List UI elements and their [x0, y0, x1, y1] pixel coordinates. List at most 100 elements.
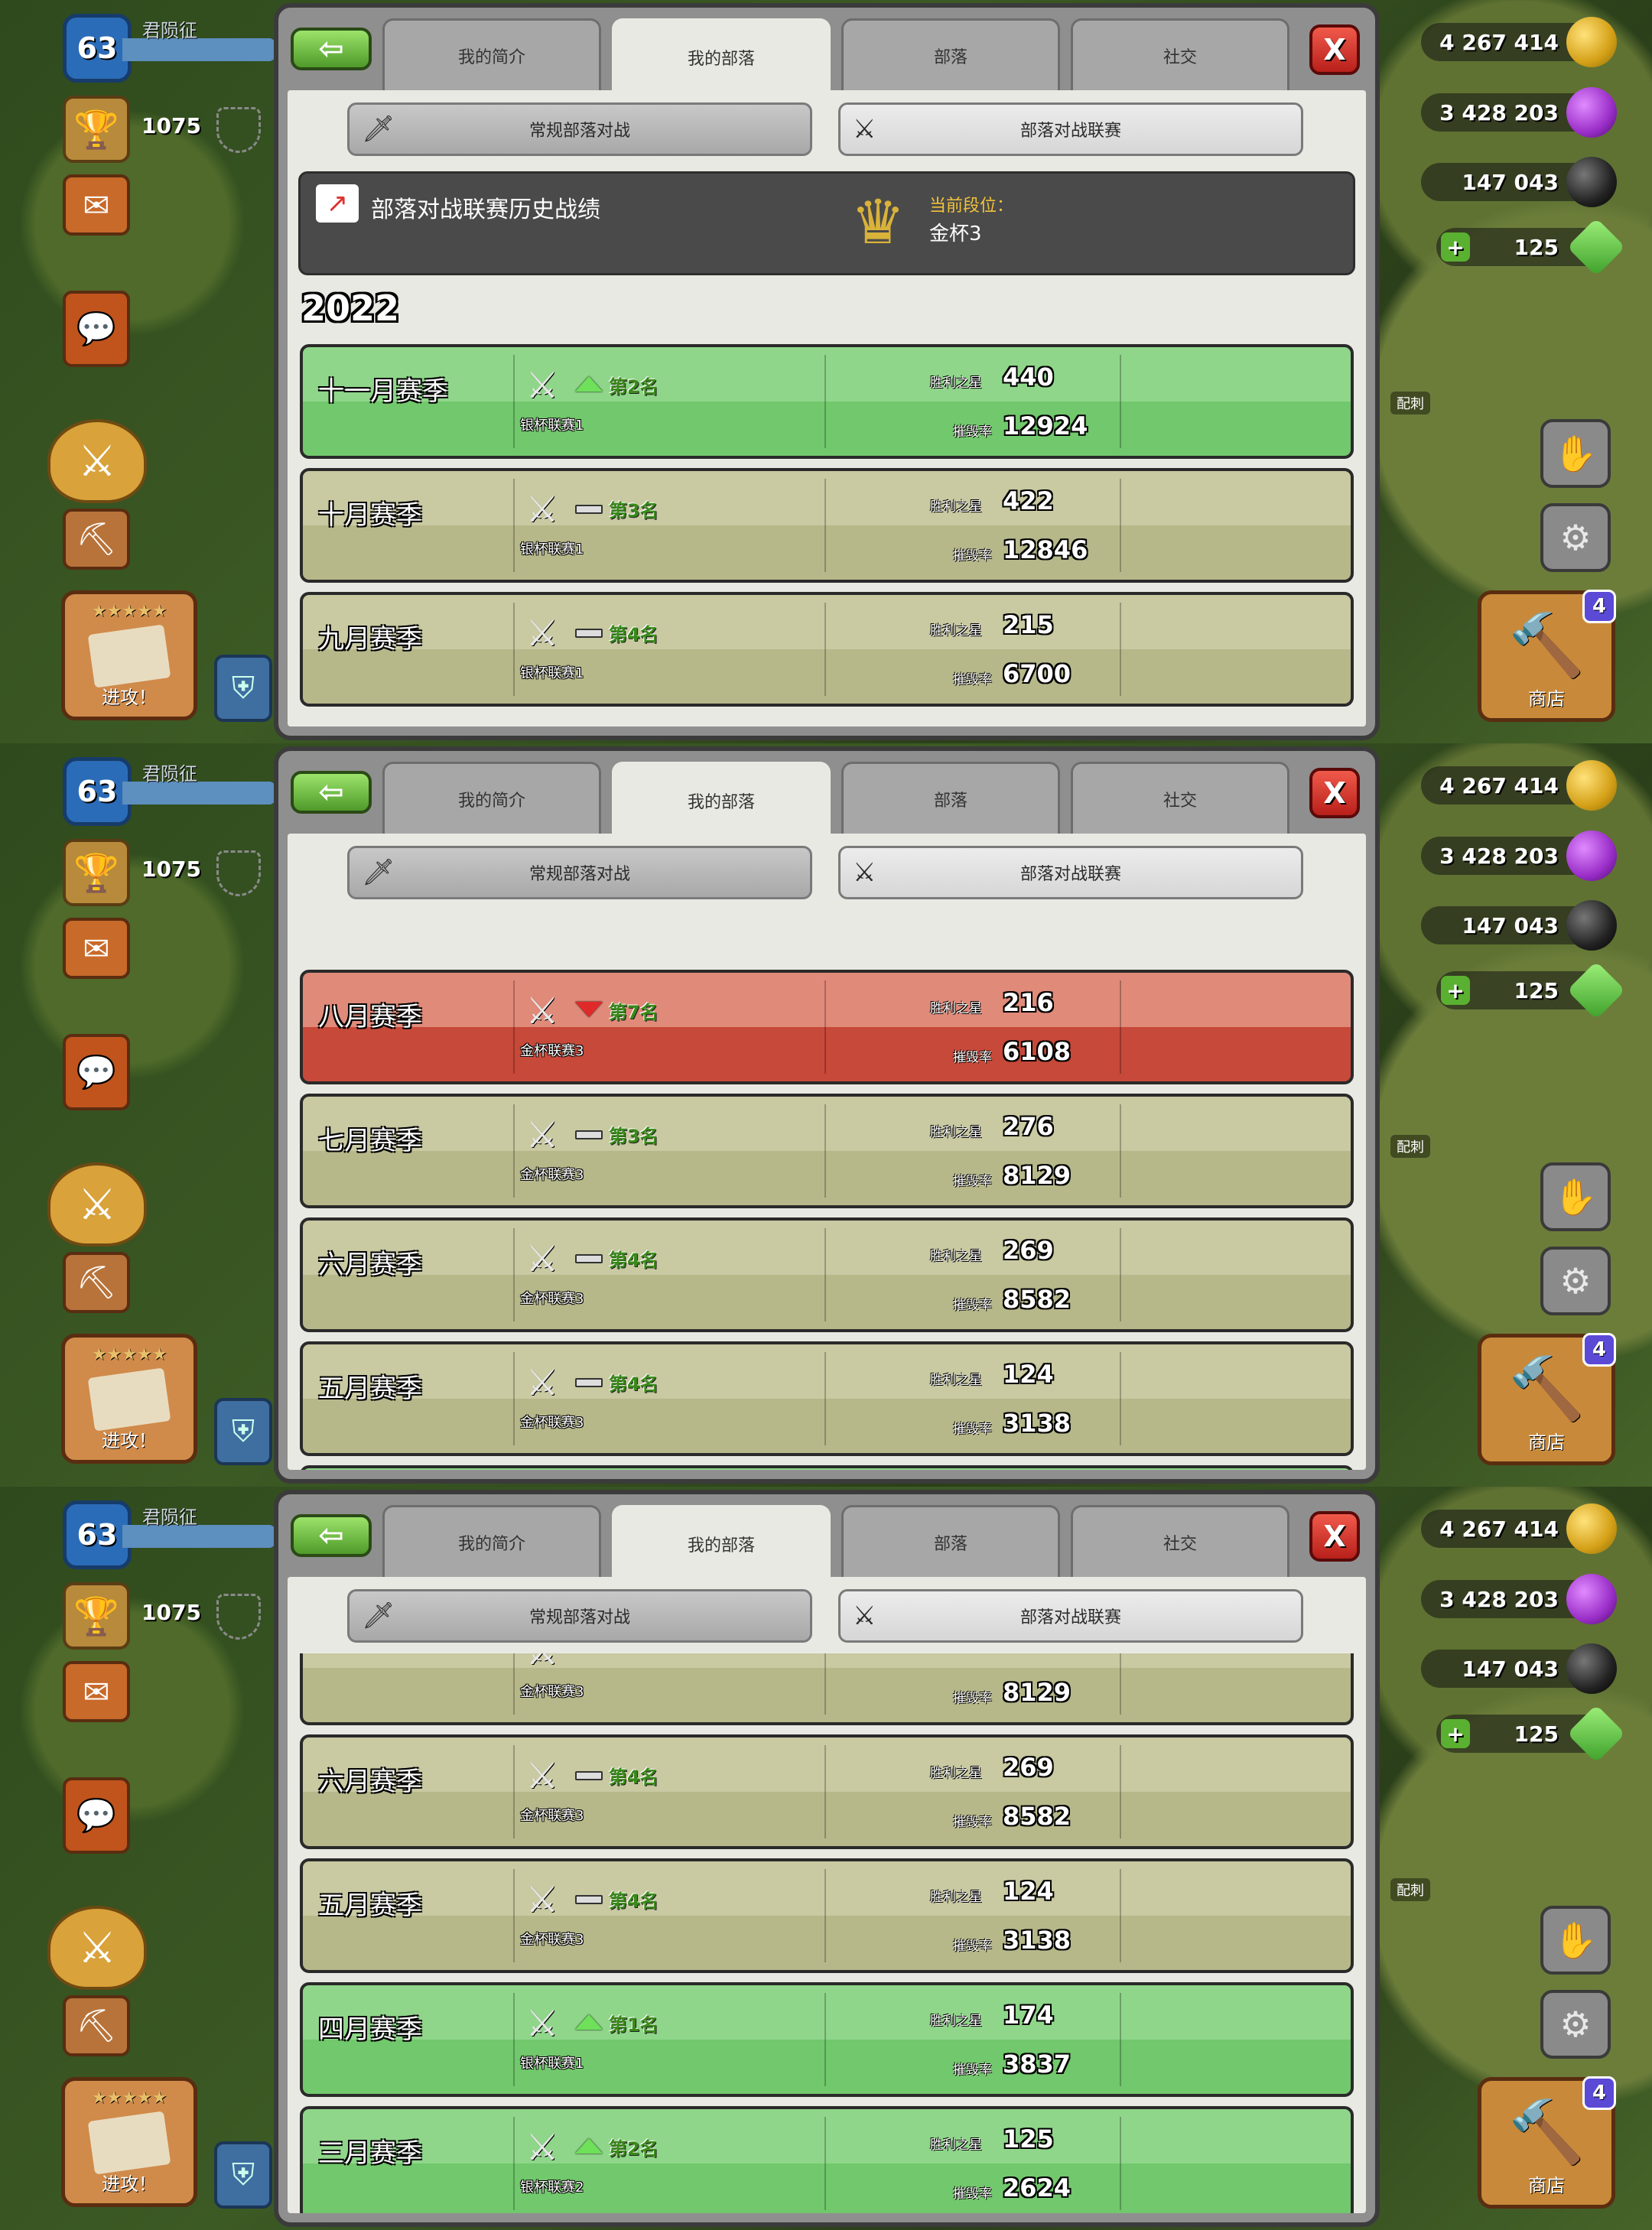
shop-button[interactable]: 🔨 商店 4: [1478, 1333, 1616, 1465]
close-button[interactable]: X: [1309, 768, 1360, 818]
elixir-icon: [1566, 1574, 1617, 1624]
chat-icon[interactable]: 💬: [63, 291, 130, 367]
sword-icon: 🗡: [362, 114, 395, 145]
tab-label: 社交: [1163, 791, 1197, 811]
defense-shield-icon[interactable]: ⛨: [214, 1398, 272, 1465]
tab-profile[interactable]: 我的简介: [382, 1505, 601, 1577]
rank-trend-icon: [575, 2014, 603, 2030]
season-row[interactable]: 七月赛季 ⚔ 第3名 金杯联赛3 胜利之星 276 摧毁率 8129: [300, 1094, 1354, 1208]
tab-social[interactable]: 社交: [1071, 762, 1289, 834]
season-row[interactable]: 九月赛季 ⚔ 第4名 银杯联赛1 胜利之星 215 摧毁率 6700: [300, 592, 1354, 707]
gold-value: 4 267 414: [1439, 29, 1559, 55]
season-row[interactable]: ⚔ 金杯联赛3 胜利之星 摧毁率 8129: [300, 1653, 1354, 1725]
add-gems-button[interactable]: +: [1441, 232, 1470, 262]
defense-shield-icon[interactable]: ⛨: [214, 655, 272, 722]
destruction-value: 12846: [1003, 535, 1088, 564]
stars-label: 胜利之星: [930, 1249, 982, 1264]
subtab-war-league[interactable]: ⚔ 部落对战联赛: [838, 1589, 1303, 1643]
chat-icon[interactable]: 💬: [63, 1777, 130, 1854]
attack-button[interactable]: ★★★★★ 进攻！: [61, 2077, 197, 2207]
league-badge-icon: ⚔: [525, 1878, 559, 1921]
column-divider: [513, 1228, 515, 1321]
season-row[interactable]: 十月赛季 ⚔ 第3名 银杯联赛1 胜利之星 422 摧毁率 12846: [300, 468, 1354, 583]
stars-icon: ★★★★★: [91, 602, 167, 621]
subtab-war-league[interactable]: ⚔ 部落对战联赛: [838, 846, 1303, 899]
subtab-regular-war[interactable]: 🗡 常规部落对战: [347, 1589, 812, 1643]
tab-social[interactable]: 社交: [1071, 18, 1289, 90]
clan-war-icon[interactable]: ⚔: [47, 1162, 147, 1247]
season-row[interactable]: 三月赛季 ⚔ 第2名 银杯联赛2 胜利之星 125 摧毁率 2624: [300, 2106, 1354, 2213]
level-badge[interactable]: 63: [63, 14, 132, 83]
tab-social[interactable]: 社交: [1071, 1505, 1289, 1577]
tab-my-clan[interactable]: 我的部落: [612, 18, 831, 93]
league-name: 金杯联赛3: [520, 1932, 584, 1948]
trophy-icon[interactable]: 🏆: [63, 96, 130, 163]
season-row[interactable]: 四月赛季 ⚔ 第1名 银杯联赛1 胜利之星 174 摧毁率 3837: [300, 1982, 1354, 2097]
close-button[interactable]: X: [1309, 1511, 1360, 1562]
builder-base-icon[interactable]: ⛏: [63, 1995, 130, 2056]
season-row[interactable]: 十一月赛季 ⚔ 第2名 银杯联赛1 胜利之星 440 摧毁率 12924: [300, 344, 1354, 459]
season-row[interactable]: 六月赛季 ⚔ 第4名 金杯联赛3 胜利之星 269 摧毁率 8582: [300, 1734, 1354, 1849]
shield-icon[interactable]: [216, 1594, 261, 1640]
layout-edit-icon[interactable]: ✋: [1540, 419, 1611, 488]
tab-label: 部落: [933, 1534, 967, 1554]
trophy-icon[interactable]: 🏆: [63, 839, 130, 906]
back-button[interactable]: ⇦: [291, 771, 372, 814]
mail-icon[interactable]: ✉: [63, 1661, 130, 1722]
clan-war-icon[interactable]: ⚔: [47, 1906, 147, 1990]
map-tag: 配刺: [1390, 1878, 1430, 1901]
tab-clans[interactable]: 部落: [841, 1505, 1060, 1577]
history-list[interactable]: ↗ 部落对战联赛历史战绩 ♛ 当前段位： 金杯3 2022 十一月赛季 ⚔ 第2…: [288, 167, 1366, 727]
close-button[interactable]: X: [1309, 24, 1360, 75]
settings-gear-icon[interactable]: ⚙: [1540, 1247, 1611, 1315]
shop-button[interactable]: 🔨 商店 4: [1478, 590, 1616, 722]
add-gems-button[interactable]: +: [1441, 1719, 1470, 1748]
rank-trend-icon: [575, 1002, 603, 1017]
gem-value: 125: [1514, 977, 1559, 1003]
tab-profile[interactable]: 我的简介: [382, 762, 601, 834]
subtab-war-league[interactable]: ⚔ 部落对战联赛: [838, 102, 1303, 156]
shop-button[interactable]: 🔨 商店 4: [1478, 2076, 1616, 2209]
season-row[interactable]: 六月赛季 ⚔ 第4名 金杯联赛3 胜利之星 269 摧毁率 8582: [300, 1217, 1354, 1332]
back-button[interactable]: ⇦: [291, 1514, 372, 1557]
shield-icon[interactable]: [216, 107, 261, 153]
history-list[interactable]: 八月赛季 ⚔ 第7名 金杯联赛3 胜利之星 216 摧毁率 6108 七月赛季 …: [288, 910, 1366, 1470]
season-row[interactable]: 五月赛季 ⚔ 第4名 金杯联赛3 胜利之星 124 摧毁率 3138: [300, 1858, 1354, 1973]
settings-gear-icon[interactable]: ⚙: [1540, 503, 1611, 572]
builder-base-icon[interactable]: ⛏: [63, 1252, 130, 1313]
add-gems-button[interactable]: +: [1441, 976, 1470, 1005]
tab-my-clan[interactable]: 我的部落: [612, 762, 831, 837]
attack-button[interactable]: ★★★★★ 进攻！: [61, 1334, 197, 1464]
mail-icon[interactable]: ✉: [63, 174, 130, 236]
settings-gear-icon[interactable]: ⚙: [1540, 1990, 1611, 2059]
tab-clans[interactable]: 部落: [841, 762, 1060, 834]
layout-edit-icon[interactable]: ✋: [1540, 1906, 1611, 1975]
tab-profile[interactable]: 我的简介: [382, 18, 601, 90]
year-heading: 2022: [301, 288, 400, 329]
level-badge[interactable]: 63: [63, 757, 132, 826]
defense-shield-icon[interactable]: ⛨: [214, 2141, 272, 2209]
chat-icon[interactable]: 💬: [63, 1034, 130, 1110]
elixir-icon: [1566, 831, 1617, 881]
current-league-value: 金杯3: [929, 223, 982, 245]
season-row[interactable]: ⚔ 胜利之星 174 摧毁率: [300, 1465, 1354, 1470]
clan-war-icon[interactable]: ⚔: [47, 419, 147, 503]
column-divider: [513, 603, 515, 696]
season-row[interactable]: 八月赛季 ⚔ 第7名 金杯联赛3 胜利之星 216 摧毁率 6108: [300, 970, 1354, 1084]
attack-button[interactable]: ★★★★★ 进攻！: [61, 590, 197, 720]
tab-my-clan[interactable]: 我的部落: [612, 1505, 831, 1580]
subtab-label: 常规部落对战: [528, 865, 630, 884]
mail-icon[interactable]: ✉: [63, 918, 130, 979]
history-list[interactable]: ⚔ 金杯联赛3 胜利之星 摧毁率 8129 六月赛季 ⚔ 第4名 金杯联赛3 胜…: [288, 1653, 1366, 2213]
subtab-regular-war[interactable]: 🗡 常规部落对战: [347, 846, 812, 899]
layout-edit-icon[interactable]: ✋: [1540, 1162, 1611, 1231]
column-divider: [1120, 2117, 1121, 2210]
season-row[interactable]: 五月赛季 ⚔ 第4名 金杯联赛3 胜利之星 124 摧毁率 3138: [300, 1341, 1354, 1456]
back-button[interactable]: ⇦: [291, 28, 372, 70]
subtab-regular-war[interactable]: 🗡 常规部落对战: [347, 102, 812, 156]
trophy-icon[interactable]: 🏆: [63, 1582, 130, 1650]
level-badge[interactable]: 63: [63, 1500, 132, 1569]
tab-clans[interactable]: 部落: [841, 18, 1060, 90]
builder-base-icon[interactable]: ⛏: [63, 509, 130, 570]
shield-icon[interactable]: [216, 850, 261, 896]
